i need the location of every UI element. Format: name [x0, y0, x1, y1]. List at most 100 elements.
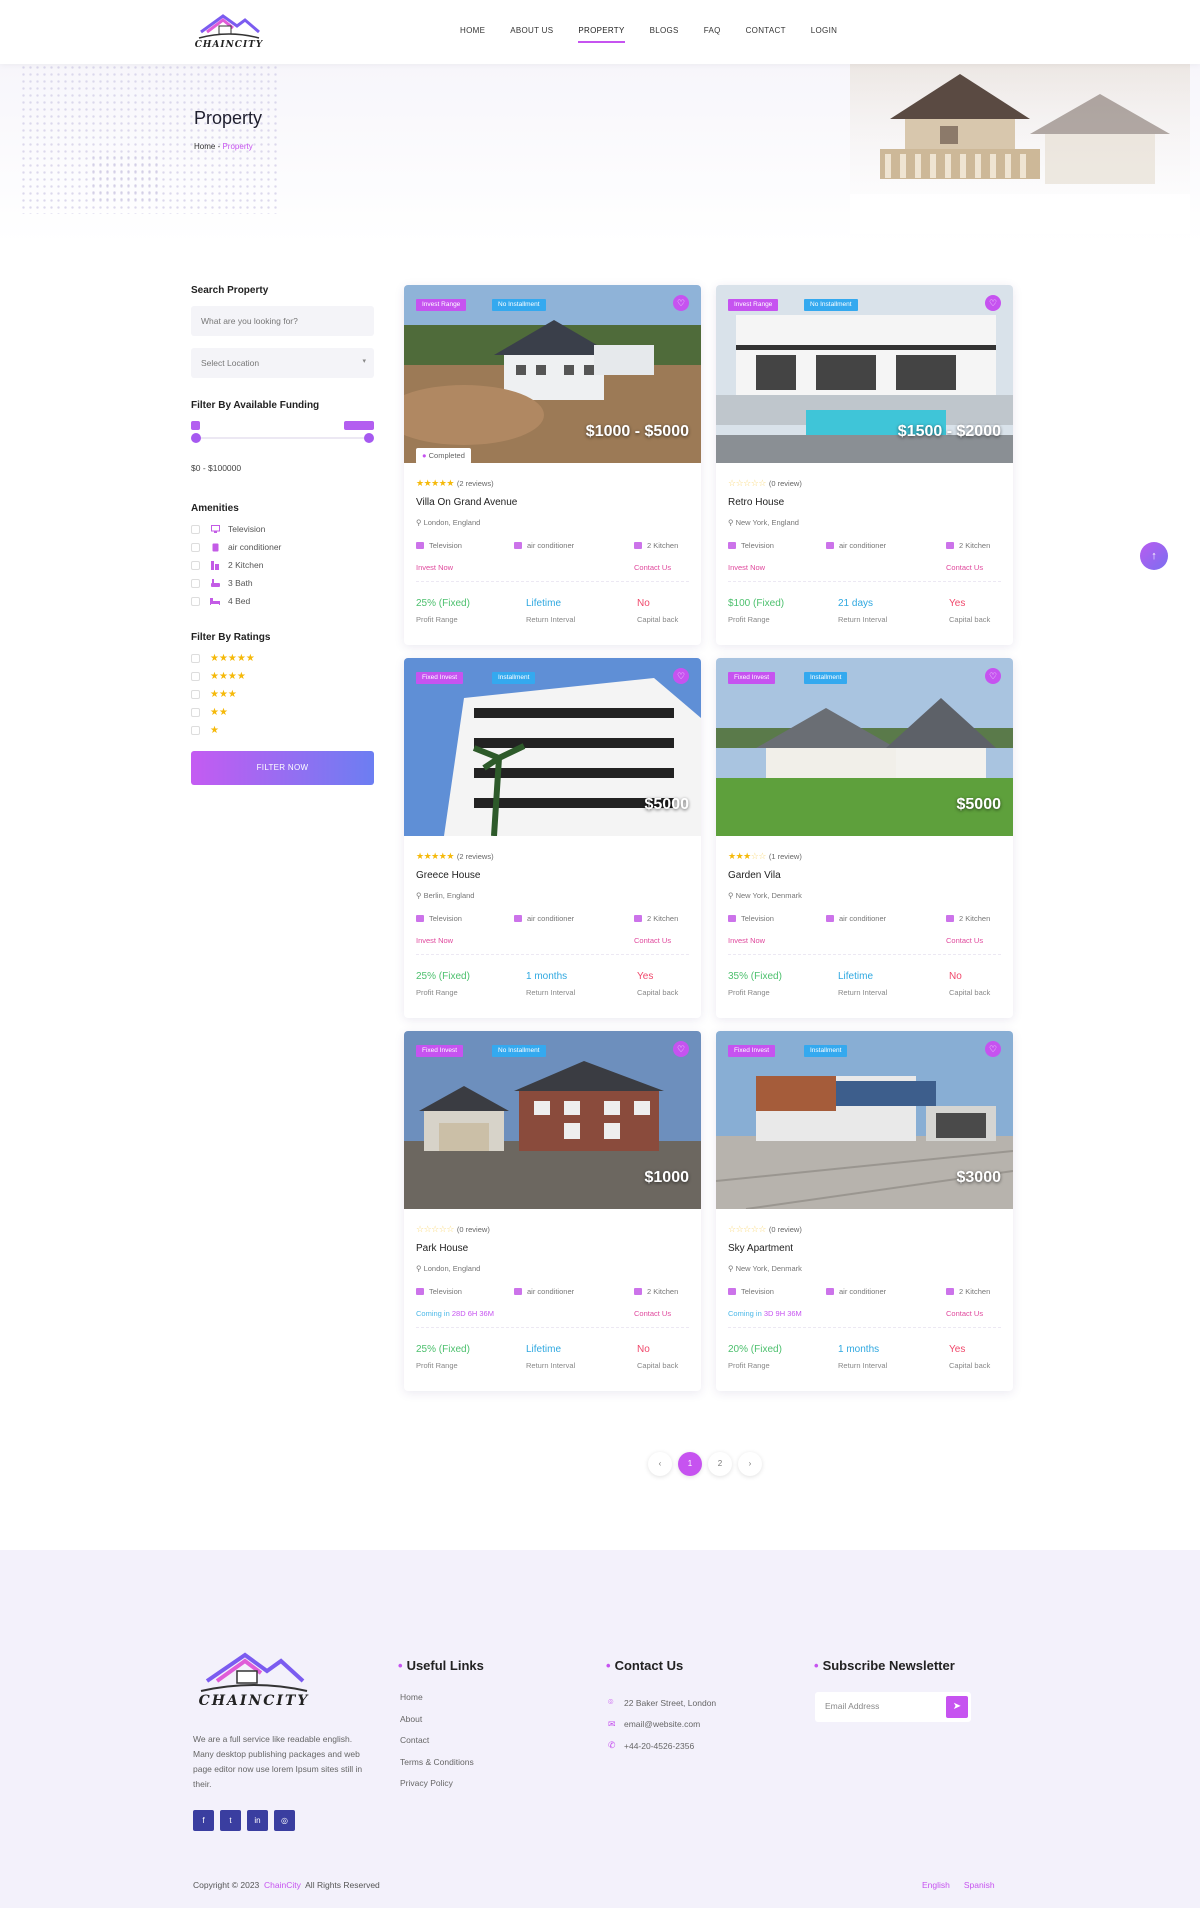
- heart-icon[interactable]: ♡: [985, 1041, 1001, 1057]
- property-card[interactable]: Invest Range No Installment ♡ $1500 - $2…: [716, 285, 1013, 645]
- lang-english[interactable]: English: [922, 1880, 950, 1890]
- property-card[interactable]: Fixed Invest Installment ♡ $5000 ★★★☆☆ (1…: [716, 658, 1013, 1018]
- send-icon[interactable]: ➤: [946, 1696, 968, 1718]
- nav-contact[interactable]: CONTACT: [746, 26, 786, 43]
- rating-1-option[interactable]: ★: [191, 725, 374, 736]
- amenity-air-conditioner[interactable]: air conditioner: [191, 542, 374, 552]
- checkbox[interactable]: [191, 707, 200, 717]
- television-icon: [416, 915, 424, 922]
- property-name[interactable]: Greece House: [416, 870, 480, 881]
- amenity-bath[interactable]: 3 Bath: [191, 578, 374, 588]
- property-card[interactable]: Fixed Invest Installment ♡ $3000 ☆☆☆☆☆ (0…: [716, 1031, 1013, 1391]
- checkbox[interactable]: [191, 689, 200, 699]
- heart-icon[interactable]: ♡: [673, 295, 689, 311]
- filter-now-button[interactable]: FILTER NOW: [191, 751, 374, 785]
- checkbox[interactable]: [191, 653, 200, 663]
- checkbox[interactable]: [191, 671, 200, 681]
- rating-2-option[interactable]: ★★: [191, 707, 374, 718]
- completed-badge: ● Completed: [416, 448, 471, 463]
- invest-now-link[interactable]: Invest Now: [728, 936, 765, 945]
- checkbox[interactable]: [191, 725, 200, 735]
- rating-5-option[interactable]: ★★★★★: [191, 653, 374, 664]
- property-image[interactable]: Fixed Invest Installment ♡ $5000: [716, 658, 1013, 836]
- invest-now-link[interactable]: Invest Now: [416, 563, 453, 572]
- invest-now-link[interactable]: Invest Now: [728, 563, 765, 572]
- property-card[interactable]: Fixed Invest Installment ♡ $5000 ★★★★★ (2…: [404, 658, 701, 1018]
- contact-us-link[interactable]: Contact Us: [634, 1309, 671, 1318]
- scroll-to-top-button[interactable]: ↑: [1140, 542, 1168, 570]
- copyright-brand-link[interactable]: ChainCity: [264, 1880, 301, 1890]
- television-icon: [416, 1288, 424, 1295]
- footer-link-about[interactable]: About: [400, 1714, 474, 1736]
- amenities-title: Amenities: [191, 503, 239, 514]
- amenity-bed[interactable]: 4 Bed: [191, 596, 374, 606]
- footer-link-privacy[interactable]: Privacy Policy: [400, 1778, 474, 1800]
- heart-icon[interactable]: ♡: [673, 1041, 689, 1057]
- prev-page-button[interactable]: ‹: [648, 1452, 672, 1476]
- twitter-icon[interactable]: t: [220, 1810, 241, 1831]
- amenity-kitchen[interactable]: 2 Kitchen: [191, 560, 374, 570]
- contact-us-link[interactable]: Contact Us: [946, 936, 983, 945]
- property-name[interactable]: Garden Vila: [728, 870, 781, 881]
- site-logo[interactable]: CHAINCITY: [193, 10, 265, 54]
- heart-icon[interactable]: ♡: [985, 295, 1001, 311]
- property-name[interactable]: Villa On Grand Avenue: [416, 497, 517, 508]
- air-conditioner-icon: [514, 542, 522, 549]
- lang-spanish[interactable]: Spanish: [964, 1880, 995, 1890]
- rating-3-option[interactable]: ★★★: [191, 689, 374, 700]
- nav-blogs[interactable]: BLOGS: [650, 26, 679, 43]
- range-max-handle[interactable]: [364, 433, 374, 443]
- site-header: CHAINCITY HOME ABOUT US PROPERTY BLOGS F…: [0, 0, 1200, 64]
- kitchen-icon: [634, 542, 642, 549]
- divider: [728, 581, 1001, 582]
- property-image[interactable]: Fixed Invest No Installment ♡ $1000: [404, 1031, 701, 1209]
- instagram-icon[interactable]: ◎: [274, 1810, 295, 1831]
- facebook-icon[interactable]: f: [193, 1810, 214, 1831]
- funding-range-slider[interactable]: [191, 421, 374, 451]
- footer-link-terms[interactable]: Terms & Conditions: [400, 1757, 474, 1779]
- breadcrumb-home[interactable]: Home: [194, 142, 215, 151]
- property-image[interactable]: Fixed Invest Installment ♡ $3000: [716, 1031, 1013, 1209]
- footer-link-home[interactable]: Home: [400, 1692, 474, 1714]
- checkbox[interactable]: [191, 560, 200, 570]
- property-name[interactable]: Sky Apartment: [728, 1243, 793, 1254]
- amenity-label: air conditioner: [228, 542, 282, 552]
- nav-about[interactable]: ABOUT US: [510, 26, 553, 43]
- amenity-television[interactable]: Television: [191, 524, 374, 534]
- contact-us-link[interactable]: Contact Us: [634, 936, 671, 945]
- nav-faq[interactable]: FAQ: [704, 26, 721, 43]
- profit-value: 25% (Fixed): [416, 971, 470, 982]
- contact-phone[interactable]: ✆ +44-20-4526-2356: [608, 1735, 716, 1757]
- property-image[interactable]: Invest Range No Installment ♡ $1000 - $5…: [404, 285, 701, 463]
- search-input[interactable]: What are you looking for?: [191, 306, 374, 336]
- checkbox[interactable]: [191, 542, 200, 552]
- contact-us-link[interactable]: Contact Us: [946, 563, 983, 572]
- heart-icon[interactable]: ♡: [985, 668, 1001, 684]
- contact-us-link[interactable]: Contact Us: [634, 563, 671, 572]
- nav-home[interactable]: HOME: [460, 26, 485, 43]
- heart-icon[interactable]: ♡: [673, 668, 689, 684]
- property-image[interactable]: Fixed Invest Installment ♡ $5000: [404, 658, 701, 836]
- location-select[interactable]: Select Location ▾: [191, 348, 374, 378]
- range-min-handle[interactable]: [191, 433, 201, 443]
- property-name[interactable]: Retro House: [728, 497, 784, 508]
- checkbox[interactable]: [191, 524, 200, 534]
- checkbox[interactable]: [191, 578, 200, 588]
- nav-login[interactable]: LOGIN: [811, 26, 837, 43]
- next-page-button[interactable]: ›: [738, 1452, 762, 1476]
- page-1-button[interactable]: 1: [678, 1452, 702, 1476]
- property-name[interactable]: Park House: [416, 1243, 468, 1254]
- contact-us-link[interactable]: Contact Us: [946, 1309, 983, 1318]
- property-card[interactable]: Fixed Invest No Installment ♡ $1000 ☆☆☆☆…: [404, 1031, 701, 1391]
- property-card[interactable]: Invest Range No Installment ♡ $1000 - $5…: [404, 285, 701, 645]
- footer-link-contact[interactable]: Contact: [400, 1735, 474, 1757]
- contact-email[interactable]: ✉ email@website.com: [608, 1714, 716, 1736]
- linkedin-icon[interactable]: in: [247, 1810, 268, 1831]
- page-2-button[interactable]: 2: [708, 1452, 732, 1476]
- nav-property[interactable]: PROPERTY: [578, 26, 625, 43]
- property-image[interactable]: Invest Range No Installment ♡ $1500 - $2…: [716, 285, 1013, 463]
- checkbox[interactable]: [191, 596, 200, 606]
- rating-4-option[interactable]: ★★★★: [191, 671, 374, 682]
- footer-logo[interactable]: CHAINCITY: [193, 1645, 315, 1717]
- invest-now-link[interactable]: Invest Now: [416, 936, 453, 945]
